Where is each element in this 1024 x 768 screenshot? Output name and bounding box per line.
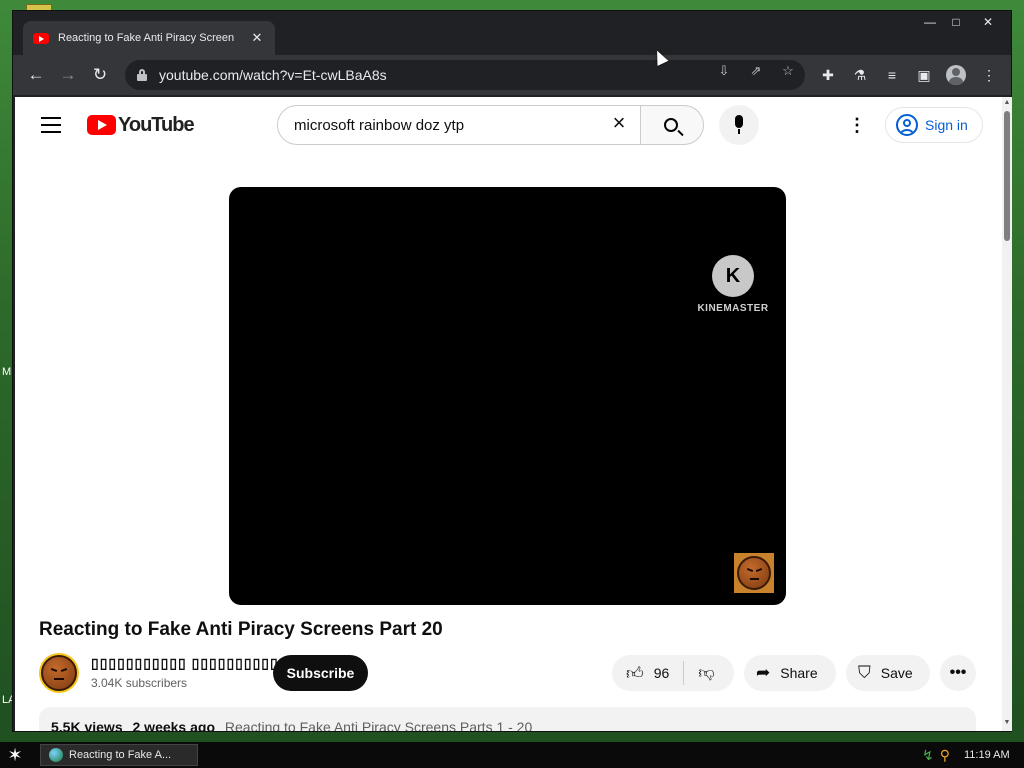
angry-face-icon [41,655,77,691]
scroll-down-icon[interactable]: ▼ [1003,719,1011,726]
taskbar: ✶ Reacting to Fake A... ↯ ⚲ 11:19 AM [0,742,1024,768]
upload-age: 2 weeks ago [132,719,216,731]
network-icon[interactable]: ↯ [922,747,934,764]
labs-icon[interactable]: ⚗ [850,65,870,85]
title-bar: Reacting to Fake Anti Piracy Screen ✕ — … [13,11,1011,55]
settings-kebab-icon[interactable]: ⋮ [847,115,867,135]
search-tray-icon[interactable]: ⚲ [940,747,950,764]
share-label: Share [780,665,818,681]
sign-in-label: Sign in [925,117,968,133]
save-button[interactable]: ⛉ Save [846,655,930,691]
taskbar-item-browser[interactable]: Reacting to Fake A... [40,744,198,766]
forward-button[interactable]: → [56,63,80,87]
reading-list-icon[interactable]: ≡ [882,65,902,85]
subscriber-count: 3.04K subscribers [91,676,188,690]
like-dislike-group: 👍︎ 96 👎︎ [612,655,734,691]
minimize-button[interactable]: — [917,13,943,31]
back-button[interactable]: ← [24,63,48,87]
maximize-button[interactable]: □ [943,13,969,31]
start-button[interactable]: ✶ [0,742,30,768]
desktop-side-label: M [2,366,12,378]
clear-search-icon[interactable]: × [607,111,631,135]
channel-name[interactable]: ▯▯▯▯▯▯▯▯▯▯▯ ▯▯▯▯▯▯▯▯▯▯▯ [91,655,287,672]
taskbar-item-label: Reacting to Fake A... [69,749,172,761]
video-player[interactable]: K KINEMASTER [229,187,786,605]
thumbs-down-icon: 👎︎ [698,664,715,682]
page-scrollbar[interactable]: ▲ ▼ [1002,97,1012,731]
browser-tab[interactable]: Reacting to Fake Anti Piracy Screen ✕ [23,21,275,55]
extensions-icon[interactable]: ✚ [818,65,838,85]
view-count: 5.5K views [51,719,123,731]
channel-watermark[interactable] [734,553,774,593]
close-window-button[interactable]: ✕ [975,13,1001,31]
account-icon [896,114,918,136]
sign-in-button[interactable]: Sign in [885,107,983,143]
hamburger-menu-icon[interactable] [41,117,61,133]
more-actions-button[interactable]: ••• [940,655,976,691]
search-input[interactable]: microsoft rainbow doz ytp [277,105,641,145]
kinemaster-logo-icon: K [712,255,754,297]
channel-avatar[interactable] [39,653,79,693]
like-count: 96 [653,665,670,681]
profile-icon[interactable] [946,65,966,85]
url-text[interactable]: youtube.com/watch?v=Et-cwLBaA8s [159,67,387,83]
kebab-menu-icon[interactable]: ⋮ [979,65,999,85]
tab-title: Reacting to Fake Anti Piracy Screen [58,32,235,44]
search-icon [664,118,678,132]
scrollbar-thumb[interactable] [1004,111,1010,241]
share-icon[interactable]: ⇗ [747,62,765,80]
voice-search-button[interactable] [719,105,759,145]
save-label: Save [880,665,913,681]
subscribe-button[interactable]: Subscribe [273,655,368,691]
thumbs-up-icon: 👍︎ [626,663,644,683]
install-icon[interactable]: ⇩ [715,62,733,80]
share-arrow-icon: ➦ [756,663,771,682]
globe-icon [49,748,63,762]
description-text: Reacting to Fake Anti Piracy Screens Par… [224,719,533,731]
angry-face-icon [737,556,771,590]
bookmark-icon: ⛉ [858,663,871,682]
address-bar[interactable]: youtube.com/watch?v=Et-cwLBaA8s [125,60,805,90]
scroll-up-icon[interactable]: ▲ [1003,99,1011,106]
tab-close-icon[interactable]: ✕ [249,30,265,46]
youtube-logo-text: YouTube [118,113,195,136]
search-button[interactable] [640,105,704,145]
browser-window: Reacting to Fake Anti Piracy Screen ✕ — … [12,10,1012,732]
microphone-icon [735,115,743,128]
side-panel-icon[interactable]: ▣ [914,65,934,85]
browser-toolbar: ← → ↻ youtube.com/watch?v=Et-cwLBaA8s ⇩ … [13,55,1011,95]
kinemaster-watermark: K KINEMASTER [695,255,771,314]
youtube-page: YouTube microsoft rainbow doz ytp × ⋮ Si… [15,97,1002,731]
youtube-favicon-icon [33,32,49,44]
lock-icon[interactable] [137,69,147,81]
like-button[interactable]: 👍︎ 96 [612,655,669,691]
clock[interactable]: 11:19 AM [964,742,1010,768]
share-button[interactable]: ➦ Share [744,655,836,691]
video-title: Reacting to Fake Anti Piracy Screens Par… [39,619,443,640]
search-query: microsoft rainbow doz ytp [294,116,465,134]
description-box[interactable]: 5.5K views 2 weeks ago Reacting to Fake … [39,707,976,731]
star-icon[interactable]: ☆ [779,62,797,80]
youtube-logo[interactable]: YouTube [87,113,195,137]
dislike-button[interactable]: 👎︎ [684,664,714,683]
reload-button[interactable]: ↻ [88,63,112,87]
youtube-play-icon [87,115,116,135]
kinemaster-text: KINEMASTER [697,303,769,314]
